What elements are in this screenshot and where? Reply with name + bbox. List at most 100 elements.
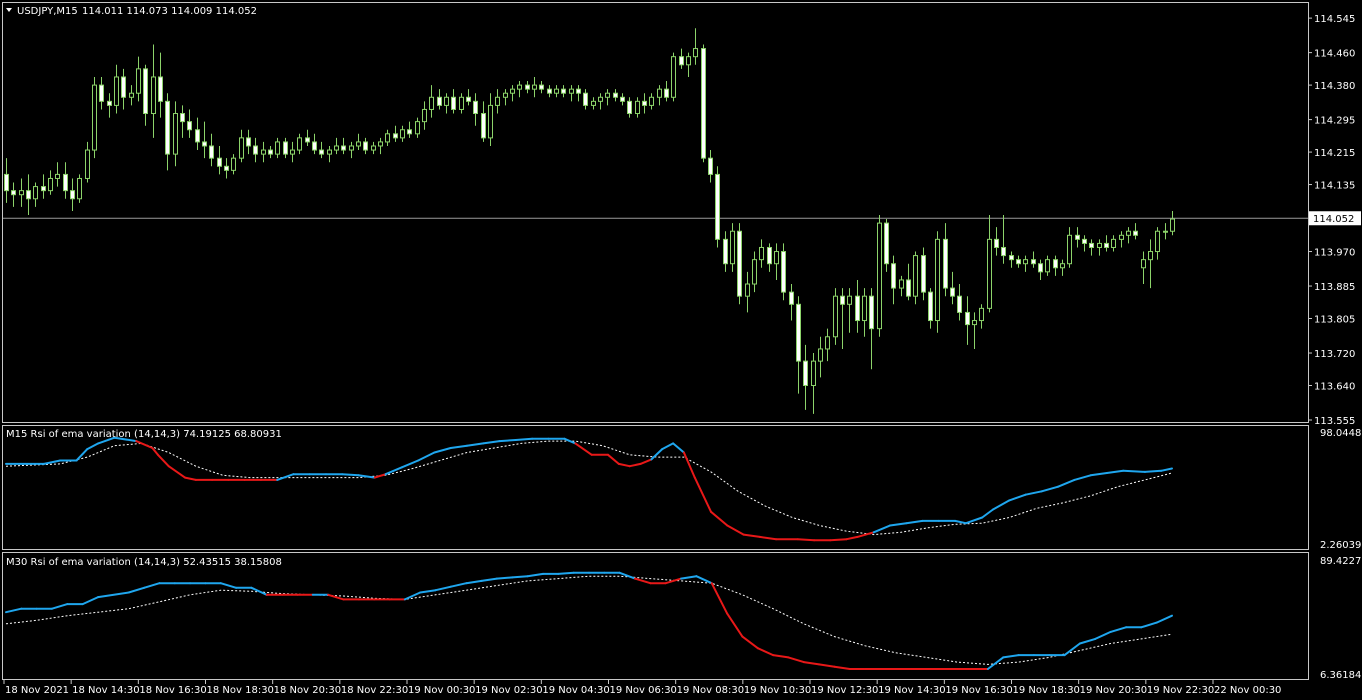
candle-body-bear xyxy=(121,76,126,98)
m30-rsi-segment-down xyxy=(818,663,836,668)
m15-rsi-segment-up xyxy=(661,442,675,451)
m15-rsi-segment-up xyxy=(1089,472,1108,477)
time-tick-label: 19 Nov 12:30 xyxy=(811,685,878,696)
candle xyxy=(649,93,654,110)
candle-body-bull xyxy=(77,177,82,200)
ohlc-readout: 114.011 114.073 114.009 114.052 xyxy=(82,6,257,17)
triangle-down-icon[interactable] xyxy=(6,8,12,12)
m30-signal-line xyxy=(5,575,1173,665)
candle xyxy=(19,178,24,207)
candle xyxy=(143,64,148,126)
candle-body-bear xyxy=(767,246,772,265)
candle xyxy=(1163,223,1168,240)
candle xyxy=(620,93,625,106)
candle xyxy=(136,56,141,102)
candle-body-bull xyxy=(173,113,178,155)
m30-rsi-segment-up xyxy=(1094,630,1112,640)
candle-body-bear xyxy=(525,84,530,90)
m15-rsi-segment-up xyxy=(1143,469,1163,473)
m15-rsi-segment-down xyxy=(167,465,186,479)
m30-rsi-segment-up xyxy=(219,582,238,589)
candle xyxy=(444,93,449,114)
time-tick-label: 19 Nov 08:30 xyxy=(677,685,744,696)
candle xyxy=(349,141,354,159)
candle xyxy=(63,162,68,199)
m30-rsi-segment-down xyxy=(756,647,775,657)
candle xyxy=(1038,259,1043,280)
m30-rsi-segment-up xyxy=(81,596,100,606)
m30-rsi-segment-up xyxy=(5,607,23,614)
candle xyxy=(187,109,192,138)
candle-body-bull xyxy=(495,96,500,106)
candle-body-bull xyxy=(378,141,383,147)
time-tick-label: 19 Nov 02:30 xyxy=(475,685,542,696)
m15-rsi-segment-up xyxy=(1073,474,1092,481)
candle xyxy=(1001,215,1006,264)
m15-rsi-segment-down xyxy=(607,453,620,465)
m15-rsi-segment-up xyxy=(514,437,534,441)
candle xyxy=(862,288,867,337)
m15-rsi-segment-up xyxy=(433,447,452,454)
candle-body-bull xyxy=(745,283,750,297)
candle xyxy=(591,97,596,110)
candle-body-bear xyxy=(341,145,346,151)
candle xyxy=(825,328,830,362)
candle-body-bear xyxy=(715,173,720,240)
candle xyxy=(884,219,889,272)
candle-body-bear xyxy=(1053,259,1058,269)
m15-rsi-segment-up xyxy=(449,444,468,449)
candle-body-bear xyxy=(99,84,104,102)
candle-body-bear xyxy=(708,157,713,175)
candle-body-bear xyxy=(1038,263,1043,273)
candle xyxy=(774,243,779,280)
candle xyxy=(737,223,742,305)
m30-rsi-segment-up xyxy=(1140,621,1158,629)
candle-body-bull xyxy=(1163,230,1168,233)
candle xyxy=(554,85,559,98)
candle-body-bear xyxy=(561,88,566,94)
candle xyxy=(517,81,522,98)
m15-rsi-segment-up xyxy=(905,519,924,525)
candle-body-bull xyxy=(752,259,757,285)
candle-body-bull xyxy=(459,96,464,110)
candle xyxy=(906,263,911,301)
candle xyxy=(202,121,207,159)
candle-body-bull xyxy=(422,108,427,123)
candle xyxy=(598,93,603,110)
time-tick-label: 18 Nov 2021 xyxy=(5,685,69,696)
candle xyxy=(341,137,346,155)
candle xyxy=(275,137,280,159)
candle xyxy=(297,133,302,155)
symbol-title: USDJPY,M15 xyxy=(17,6,78,17)
candle xyxy=(576,85,581,102)
current-price-label: 114.052 xyxy=(1313,214,1354,225)
candle xyxy=(400,125,405,142)
time-tick-label: 18 Nov 14:30 xyxy=(72,685,139,696)
price-panel[interactable] xyxy=(3,28,1308,414)
candle xyxy=(209,133,214,167)
trading-chart[interactable]: 98.0448 2.26039 89.42271 6.36184 USDJPY,M1… xyxy=(0,0,1362,700)
price-tick-label: 114.295 xyxy=(1314,116,1355,127)
candle xyxy=(253,137,258,163)
candle-body-bull xyxy=(693,48,698,58)
price-tick-label: 114.215 xyxy=(1314,148,1355,159)
candle-body-bull xyxy=(48,177,53,192)
candle xyxy=(70,178,75,211)
candle-body-bull xyxy=(327,149,332,155)
candle xyxy=(422,101,427,130)
candle xyxy=(378,137,383,155)
candle-body-bear xyxy=(701,48,706,159)
time-axis: 18 Nov 2021 18 Nov 14:30 18 Nov 16:30 18 No… xyxy=(3,680,1281,696)
candle-body-bear xyxy=(319,149,324,155)
candle-body-bear xyxy=(796,303,801,362)
candle-body-bear xyxy=(473,100,478,115)
candle-body-bull xyxy=(913,255,918,297)
candle-body-bear xyxy=(994,238,999,248)
m30-rsi-panel[interactable]: 89.42271 6.36184 xyxy=(5,556,1362,681)
price-tick-label: 113.555 xyxy=(1314,416,1355,427)
candle xyxy=(290,141,295,163)
candle-body-bear xyxy=(642,100,647,106)
candle-body-bear xyxy=(195,129,200,143)
candle xyxy=(33,182,38,207)
m15-rsi-panel[interactable]: 98.0448 2.26039 xyxy=(5,428,1361,551)
